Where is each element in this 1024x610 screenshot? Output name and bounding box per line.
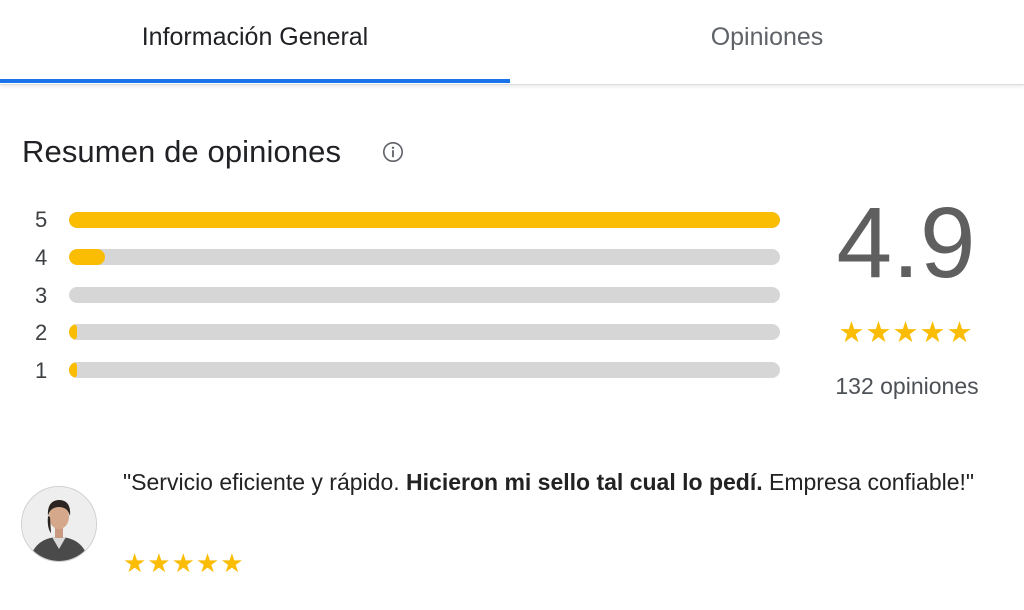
rating-row-label-2: 2	[35, 320, 48, 345]
tab-bar: Información General Opiniones	[0, 0, 1024, 85]
tab-opiniones[interactable]: Opiniones	[510, 0, 1024, 82]
rating-row-label-5: 5	[35, 207, 48, 232]
rating-bar-4	[69, 249, 780, 265]
rating-bar-2	[69, 324, 780, 340]
rating-bar-fill-4	[69, 249, 105, 265]
tab-label: Información General	[141, 22, 369, 51]
review-count[interactable]: 132 opiniones	[812, 373, 1002, 400]
info-circle-icon[interactable]	[382, 141, 404, 163]
rating-bar-fill-2	[69, 324, 77, 340]
user-avatar-photo	[22, 487, 96, 561]
rating-bar-3	[69, 287, 780, 303]
review-text-end: Empresa confiable!"	[762, 469, 975, 495]
review-text-bold: Hicieron mi sello tal cual lo pedí.	[406, 469, 763, 495]
tab-informacion-general[interactable]: Información General	[0, 0, 510, 82]
average-rating: 4.9	[836, 187, 976, 299]
review-text: "Servicio eficiente y rápido. Hicieron m…	[123, 462, 1003, 502]
rating-row-label-1: 1	[35, 358, 48, 383]
reviewer-avatar	[21, 486, 97, 562]
tab-label: Opiniones	[710, 22, 824, 51]
active-tab-indicator	[0, 79, 510, 83]
rating-bar-5	[69, 212, 780, 228]
rating-bar-1	[69, 362, 780, 378]
average-stars: ★★★★★	[838, 317, 974, 349]
rating-row-label-3: 3	[35, 283, 48, 308]
review-stars: ★★★★★	[123, 548, 245, 578]
review-text-start: "Servicio eficiente y rápido.	[123, 469, 407, 495]
section-title: Resumen de opiniones	[22, 134, 342, 169]
rating-row-label-4: 4	[35, 245, 48, 270]
rating-bar-fill-5	[69, 212, 780, 228]
rating-bar-fill-1	[69, 362, 77, 378]
